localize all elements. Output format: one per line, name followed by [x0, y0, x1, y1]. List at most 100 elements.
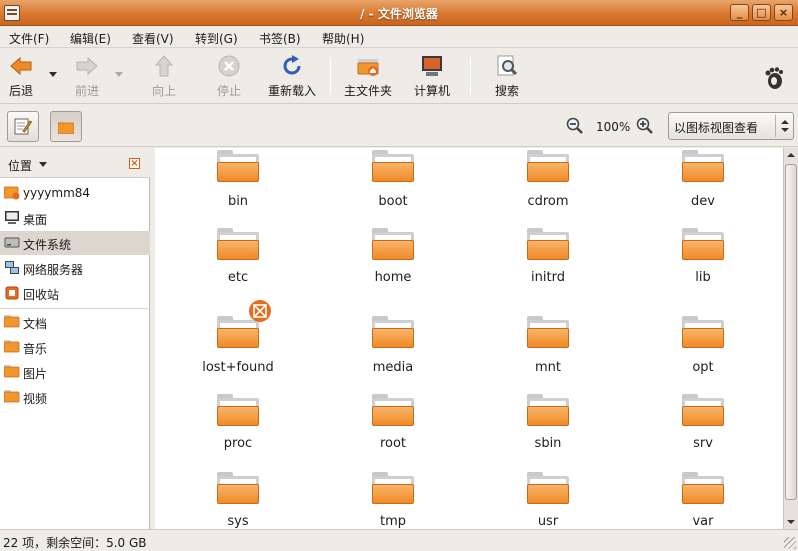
sidebar-item-music[interactable]: 音乐 — [0, 335, 150, 359]
toolbar: 后退 前进 向上 停止 重新载入 主文件夹 计算机 搜索 — [0, 48, 798, 104]
folder-icon — [527, 228, 569, 260]
sidebar-close-button[interactable]: × — [129, 158, 140, 169]
sidebar-item-pictures[interactable]: 图片 — [0, 360, 150, 384]
folder-name: home — [374, 270, 412, 285]
desktop-icon — [5, 211, 19, 224]
sidebar-item-filesystem[interactable]: 文件系统 — [0, 231, 150, 255]
folder-icon — [682, 316, 724, 348]
view-mode-select[interactable]: 以图标视图查看 — [668, 112, 794, 140]
sidebar-item-trash[interactable]: 回收站 — [0, 281, 150, 305]
menu-go[interactable]: 转到(G) — [195, 30, 238, 47]
status-bar: 22 项，剩余空间：5.0 GB — [0, 529, 798, 551]
file-icon-view[interactable]: bin boot cdrom dev etc home initrd lib lost+foun… — [155, 148, 783, 529]
menu-help[interactable]: 帮助(H) — [322, 30, 364, 47]
sidebar-header: 位置 × — [0, 148, 150, 178]
folder-icon — [372, 316, 414, 348]
folder-name: media — [372, 360, 414, 375]
menu-bookmarks[interactable]: 书签(B) — [259, 30, 301, 47]
folder-icon — [682, 228, 724, 260]
harddisk-icon — [4, 237, 20, 248]
view-mode-chevron-icon — [775, 115, 793, 137]
folder-name: sbin — [534, 436, 562, 451]
folder-item[interactable]: usr — [473, 148, 623, 529]
vertical-scrollbar[interactable] — [783, 148, 798, 529]
back-button[interactable]: 后退 — [4, 54, 38, 100]
computer-button[interactable]: 计算机 — [410, 54, 454, 100]
folder-icon — [682, 472, 724, 504]
scroll-up-arrow-icon[interactable] — [784, 148, 798, 162]
folder-item[interactable]: var — [628, 148, 778, 529]
sidebar-item-videos[interactable]: 视频 — [0, 385, 150, 409]
menu-bar: 文件(F) 编辑(E) 查看(V) 转到(G) 书签(B) 帮助(H) — [0, 26, 798, 48]
home-button[interactable]: 主文件夹 — [340, 54, 396, 100]
menu-edit[interactable]: 编辑(E) — [70, 30, 111, 47]
sidebar-title[interactable]: 位置 — [8, 157, 32, 174]
minimize-button[interactable]: _ — [730, 4, 749, 21]
folder-icon — [4, 365, 20, 378]
folder-item[interactable]: sys — [163, 148, 313, 529]
forward-button[interactable]: 前进 — [70, 54, 104, 100]
folder-name: srv — [693, 436, 713, 451]
reload-icon — [283, 55, 301, 75]
folder-icon — [372, 394, 414, 426]
back-arrow-icon — [10, 56, 32, 76]
folder-name: root — [379, 436, 407, 451]
folder-name: tmp — [379, 514, 406, 529]
scroll-down-arrow-icon[interactable] — [784, 515, 798, 529]
edit-location-icon — [14, 118, 32, 135]
sidebar-item-desktop[interactable]: 桌面 — [0, 206, 150, 230]
folder-icon — [217, 394, 259, 426]
resize-grip[interactable] — [784, 537, 796, 549]
up-arrow-icon — [154, 55, 174, 77]
forward-history-dropdown[interactable] — [115, 72, 123, 77]
toolbar-separator — [470, 58, 471, 94]
close-button[interactable]: × — [774, 4, 793, 21]
title-bar[interactable]: / - 文件浏览器 _ □ × — [0, 0, 798, 26]
sidebar-item-network[interactable]: 网络服务器 — [0, 256, 150, 280]
menu-file[interactable]: 文件(F) — [9, 30, 49, 47]
trash-icon — [5, 286, 19, 300]
zoom-in-icon[interactable] — [636, 117, 654, 135]
folder-icon — [4, 340, 20, 353]
reload-button[interactable]: 重新载入 — [264, 54, 320, 100]
sidebar-item-home[interactable]: yyyymm84 — [0, 181, 150, 205]
folder-icon — [527, 316, 569, 348]
maximize-button[interactable]: □ — [752, 4, 771, 21]
sidebar: 位置 × yyyymm84 桌面 文件系统 网络服务器 回收站 文档 音乐 图片… — [0, 148, 150, 529]
folder-item[interactable]: tmp — [318, 148, 468, 529]
sidebar-item-documents[interactable]: 文档 — [0, 310, 150, 334]
folder-name: usr — [537, 514, 559, 529]
search-icon — [497, 55, 518, 76]
stop-icon — [218, 55, 240, 77]
sidebar-type-dropdown-icon[interactable] — [39, 162, 47, 167]
home-folder-icon — [4, 186, 20, 200]
folder-name: var — [692, 514, 714, 529]
path-bar-root-button[interactable] — [50, 111, 82, 142]
folder-name: etc — [227, 270, 249, 285]
folder-icon — [4, 390, 20, 403]
folder-icon — [217, 228, 259, 260]
network-icon — [5, 261, 19, 274]
toolbar-separator — [330, 58, 331, 94]
folder-icon — [527, 472, 569, 504]
back-history-dropdown[interactable] — [49, 72, 57, 77]
unreadable-emblem-icon — [249, 300, 271, 322]
folder-icon — [4, 315, 20, 328]
sidebar-divider — [0, 308, 150, 309]
folder-icon — [372, 472, 414, 504]
folder-name: proc — [223, 436, 253, 451]
home-folder-icon — [357, 59, 379, 76]
folder-icon — [682, 394, 724, 426]
search-button[interactable]: 搜索 — [490, 54, 524, 100]
menu-view[interactable]: 查看(V) — [132, 30, 174, 47]
stop-button[interactable]: 停止 — [212, 54, 246, 100]
folder-name: initrd — [531, 270, 565, 285]
window-title: / - 文件浏览器 — [360, 7, 438, 21]
zoom-out-icon[interactable] — [566, 117, 584, 135]
up-button[interactable]: 向上 — [147, 54, 181, 100]
status-text: 22 项，剩余空间：5.0 GB — [3, 536, 147, 550]
text-location-toggle[interactable] — [7, 111, 39, 142]
view-mode-value: 以图标视图查看 — [674, 121, 759, 135]
folder-name: mnt — [535, 360, 561, 375]
scrollbar-thumb[interactable] — [785, 164, 797, 500]
